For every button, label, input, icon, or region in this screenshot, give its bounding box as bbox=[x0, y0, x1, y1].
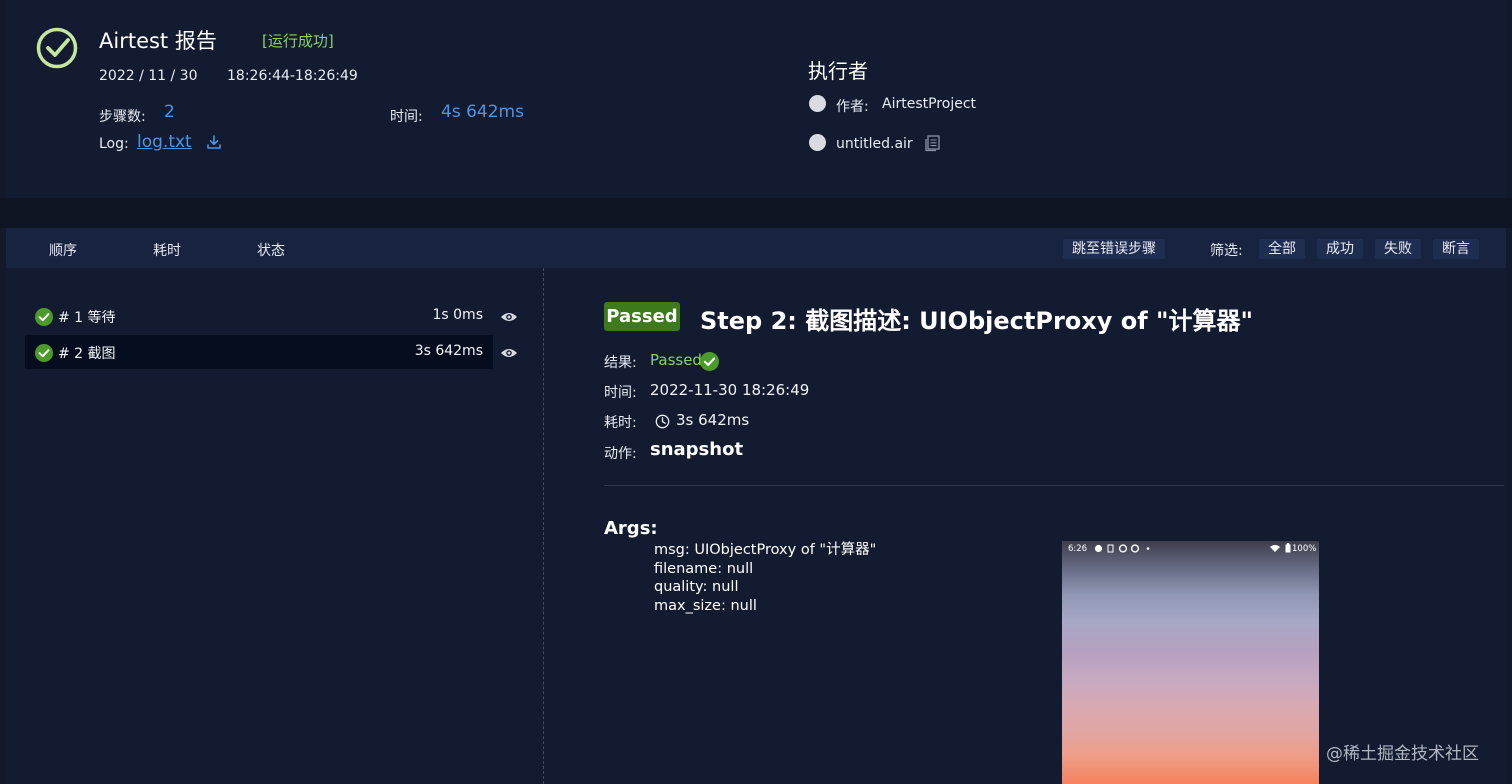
success-check-icon bbox=[36, 27, 78, 69]
panel-divider bbox=[543, 268, 544, 784]
filter-fail-button[interactable]: 失败 bbox=[1375, 239, 1421, 259]
step-row-selected[interactable]: # 2 截图 3s 642ms bbox=[25, 335, 493, 369]
args-list: msg: UIObjectProxy of "计算器" filename: nu… bbox=[654, 541, 876, 615]
time-label: 时间: bbox=[604, 385, 637, 401]
clock-icon bbox=[655, 414, 670, 429]
step-label: # 1 等待 bbox=[58, 310, 116, 326]
eye-icon[interactable] bbox=[500, 347, 518, 359]
cost-value: 3s 642ms bbox=[676, 411, 750, 429]
author-radio[interactable] bbox=[809, 95, 826, 112]
executor-title: 执行者 bbox=[808, 59, 868, 83]
result-label: 结果: bbox=[604, 355, 637, 371]
notification-icons bbox=[1094, 544, 1150, 553]
watermark: @稀土掘金技术社区 bbox=[1326, 744, 1479, 764]
eye-icon[interactable] bbox=[500, 311, 518, 323]
author-label: 作者: bbox=[836, 99, 869, 115]
step-passed-icon bbox=[35, 308, 53, 326]
step-row[interactable]: # 1 等待 1s 0ms bbox=[25, 299, 493, 333]
filter-all-button[interactable]: 全部 bbox=[1259, 239, 1305, 259]
sort-by-status[interactable]: 状态 bbox=[257, 240, 285, 260]
filter-success-button[interactable]: 成功 bbox=[1317, 239, 1363, 259]
report-time-range: 18:26:44-18:26:49 bbox=[227, 68, 358, 84]
action-value: snapshot bbox=[650, 439, 744, 460]
step-duration: 1s 0ms bbox=[432, 307, 484, 323]
download-icon[interactable] bbox=[206, 134, 222, 150]
cost-label: 耗时: bbox=[604, 415, 637, 431]
arg-quality: quality: null bbox=[654, 579, 739, 595]
step-title: Step 2: 截图描述: UIObjectProxy of "计算器" bbox=[700, 307, 1254, 335]
battery-level: 100% bbox=[1292, 544, 1317, 554]
arg-max-size: max_size: null bbox=[654, 597, 757, 614]
section-separator bbox=[0, 198, 1512, 228]
action-label: 动作: bbox=[604, 446, 637, 462]
sort-by-order[interactable]: 顺序 bbox=[49, 240, 77, 260]
step-detail-panel bbox=[545, 268, 1506, 784]
filter-label: 筛选: bbox=[1210, 243, 1243, 259]
duration-label: 时间: bbox=[390, 109, 423, 125]
step-label: # 2 截图 bbox=[58, 346, 116, 362]
args-title: Args: bbox=[604, 518, 658, 539]
detail-divider bbox=[604, 485, 1504, 486]
script-name: untitled.air bbox=[836, 136, 913, 152]
status-clock: 6:26 bbox=[1068, 544, 1088, 554]
report-header bbox=[6, 0, 1506, 198]
battery-icon bbox=[1285, 543, 1291, 553]
sort-by-duration[interactable]: 耗时 bbox=[153, 240, 181, 260]
passed-badge: Passed bbox=[604, 302, 680, 331]
filter-assert-button[interactable]: 断言 bbox=[1433, 239, 1479, 259]
jump-to-error-button[interactable]: 跳至错误步骤 bbox=[1063, 239, 1165, 259]
run-status: [运行成功] bbox=[262, 32, 334, 50]
copy-icon[interactable] bbox=[924, 134, 942, 152]
time-value: 2022-11-30 18:26:49 bbox=[650, 381, 810, 399]
log-file-link[interactable]: log.txt bbox=[137, 132, 192, 152]
report-title: Airtest 报告 bbox=[99, 29, 217, 53]
steps-count-label: 步骤数: bbox=[99, 109, 146, 125]
device-screenshot[interactable]: 6:26 100% bbox=[1062, 541, 1319, 784]
arg-msg: msg: UIObjectProxy of "计算器" bbox=[654, 542, 877, 558]
arg-filename: filename: null bbox=[654, 560, 754, 577]
passed-check-icon bbox=[700, 352, 719, 371]
step-passed-icon bbox=[35, 344, 53, 362]
steps-count-value: 2 bbox=[164, 102, 175, 122]
result-value: Passed bbox=[650, 351, 702, 369]
step-duration: 3s 642ms bbox=[414, 343, 483, 359]
duration-value: 4s 642ms bbox=[441, 102, 524, 122]
wifi-icon bbox=[1270, 545, 1280, 552]
script-radio[interactable] bbox=[809, 134, 826, 151]
author-value: AirtestProject bbox=[882, 96, 977, 112]
log-label: Log: bbox=[99, 136, 129, 152]
report-date: 2022 / 11 / 30 bbox=[99, 68, 198, 84]
